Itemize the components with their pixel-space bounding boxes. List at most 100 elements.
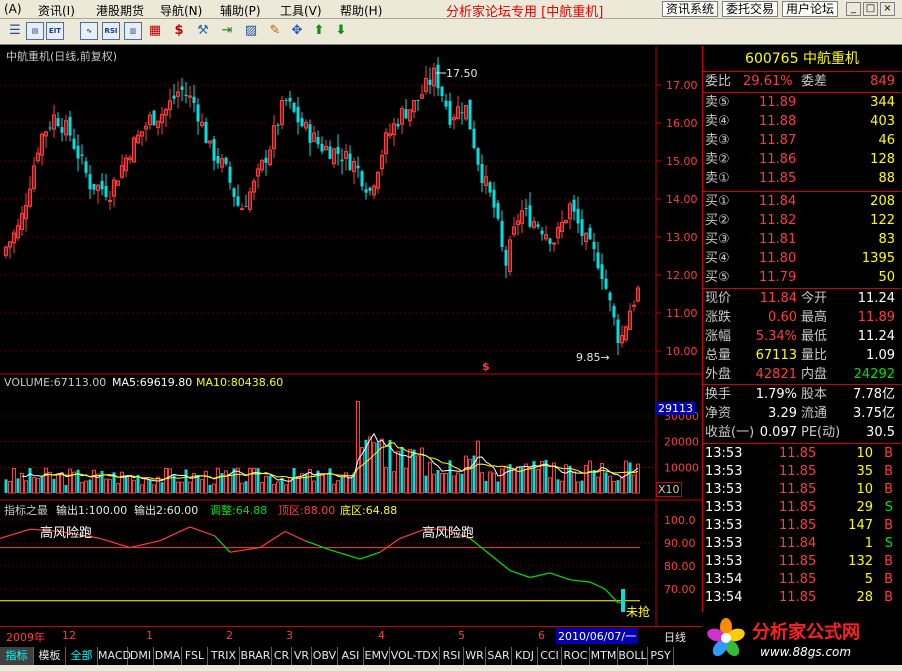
tab-rsi[interactable]: RSI: [440, 647, 464, 665]
tab-boll[interactable]: BOLL: [618, 647, 648, 665]
tick-volume: 10: [856, 482, 873, 497]
tab-roc[interactable]: ROC: [562, 647, 590, 665]
menu-item-tools[interactable]: 工具(V): [280, 2, 322, 19]
buy-level-label: 买①: [705, 194, 730, 209]
up-arrow-icon[interactable]: ⬆: [310, 22, 328, 40]
volume-bar: [464, 455, 468, 494]
fundamental-label: 换手: [705, 387, 732, 402]
fundamental-label: PE(动): [801, 425, 841, 440]
volume-bar: [356, 400, 360, 494]
down-arrow-icon[interactable]: ⬇: [332, 22, 350, 40]
volume-bar: [428, 461, 432, 494]
candle-body: [608, 292, 612, 301]
sell-level-volume: 46: [878, 133, 895, 148]
forum-button[interactable]: 用户论坛: [782, 1, 839, 17]
date-label-feb: 2: [226, 629, 233, 642]
volume-bar: [12, 468, 16, 494]
tick-direction: S: [884, 536, 893, 551]
tab-asi[interactable]: ASI: [338, 647, 364, 665]
minimize-button[interactable]: _: [846, 2, 861, 16]
volume-bar: [252, 467, 256, 494]
tools-icon[interactable]: ⚒: [194, 22, 212, 40]
tab-mtm[interactable]: MTM: [590, 647, 618, 665]
menu-item-a[interactable]: (A): [4, 2, 22, 16]
menu-item-assist[interactable]: 辅助(P): [220, 2, 261, 19]
tab-kdj[interactable]: KDJ: [512, 647, 538, 665]
menu-item-help[interactable]: 帮助(H): [340, 2, 382, 19]
volume-bar: [132, 479, 136, 494]
tab-brar[interactable]: BRAR: [240, 647, 272, 665]
info-system-button[interactable]: 资讯系统: [662, 1, 719, 17]
report2-icon[interactable]: ▦: [146, 22, 164, 40]
volume-bar: [60, 472, 64, 494]
tab-cr[interactable]: CR: [272, 647, 292, 665]
chart-area[interactable]: 17.00 16.00 15.00 14.00 13.00 12.00 11.00 10.00…: [0, 46, 702, 626]
indicator-out1: 输出1:100.00: [56, 504, 128, 517]
fundamental-value: 7.78亿: [853, 387, 895, 402]
enter-icon[interactable]: ⇥: [218, 22, 236, 40]
buy-level-volume: 83: [878, 232, 895, 247]
candle-body: [292, 102, 296, 112]
volume-bar: [264, 475, 268, 494]
tab-dmi[interactable]: DMI: [128, 647, 154, 665]
eit-icon[interactable]: EIT: [46, 22, 64, 40]
tab-all[interactable]: 全部: [66, 647, 98, 665]
menu-item-info[interactable]: 资讯(I): [38, 2, 75, 19]
chart-icon[interactable]: ▨: [242, 22, 260, 40]
tab-dma[interactable]: DMA: [154, 647, 182, 665]
quote-webi-row: 委比 29.61% 委差 849: [703, 73, 901, 91]
tab-obv[interactable]: OBV: [312, 647, 338, 665]
tab-fsl[interactable]: FSL: [182, 647, 208, 665]
candle-body: [576, 208, 580, 224]
tab-indicator[interactable]: 指标: [0, 647, 34, 665]
stat-value: 1.09: [866, 348, 895, 363]
tab-emv[interactable]: EMV: [364, 647, 390, 665]
doc-icon[interactable]: ▤: [26, 22, 44, 40]
volume-bar: [284, 484, 288, 494]
candle-body: [284, 99, 288, 101]
volume-bar: [596, 476, 600, 494]
candle-body: [196, 104, 200, 122]
wave-icon[interactable]: ∿: [80, 22, 98, 40]
list-icon[interactable]: ☰: [6, 22, 24, 40]
rsi-icon[interactable]: RSI: [102, 22, 120, 40]
candle-body: [76, 145, 80, 159]
volume-bar: [212, 483, 216, 494]
candle-body: [580, 219, 584, 236]
candle-body: [612, 306, 616, 318]
tab-wr[interactable]: WR: [464, 647, 486, 665]
period-label[interactable]: 日线: [664, 629, 686, 645]
move-icon[interactable]: ✥: [288, 22, 306, 40]
candle-body: [448, 101, 452, 125]
candle-body: [72, 138, 76, 149]
tab-cci[interactable]: CCI: [538, 647, 562, 665]
tab-template[interactable]: 模板: [34, 647, 66, 665]
tab-vr[interactable]: VR: [292, 647, 312, 665]
report-icon[interactable]: ▥: [124, 22, 142, 40]
volume-bar: [120, 471, 124, 494]
close-button[interactable]: ×: [880, 2, 895, 16]
trade-button[interactable]: 委托交易: [722, 1, 779, 17]
tab-sar[interactable]: SAR: [486, 647, 512, 665]
tab-macd[interactable]: MACD: [98, 647, 131, 665]
dollar-icon[interactable]: $: [170, 22, 188, 40]
volume-bar: [568, 465, 572, 493]
menu-item-navigation[interactable]: 导航(N): [160, 2, 202, 19]
stat-value: 42821: [755, 367, 797, 382]
pencil-icon[interactable]: ✎: [266, 22, 284, 40]
tab-trix[interactable]: TRIX: [208, 647, 240, 665]
volume-bar: [440, 473, 444, 494]
volume-bar: [368, 436, 372, 494]
tick-direction: B: [884, 554, 893, 569]
menu-item-hk-futures[interactable]: 港股期货: [96, 2, 144, 19]
tab-vol-tdx[interactable]: VOL-TDX: [390, 647, 440, 665]
date-label-may: 5: [458, 629, 465, 642]
tab-psy[interactable]: PSY: [648, 647, 674, 665]
candle-body: [180, 86, 184, 90]
candle-body: [428, 79, 432, 85]
tick-direction: B: [884, 482, 893, 497]
buy-level-volume: 50: [878, 270, 895, 285]
candlestick-chart[interactable]: 17.00 16.00 15.00 14.00 13.00 12.00 11.00 10.00…: [0, 46, 702, 626]
restore-button[interactable]: □: [863, 2, 878, 16]
sell-level-volume: 344: [870, 95, 895, 110]
